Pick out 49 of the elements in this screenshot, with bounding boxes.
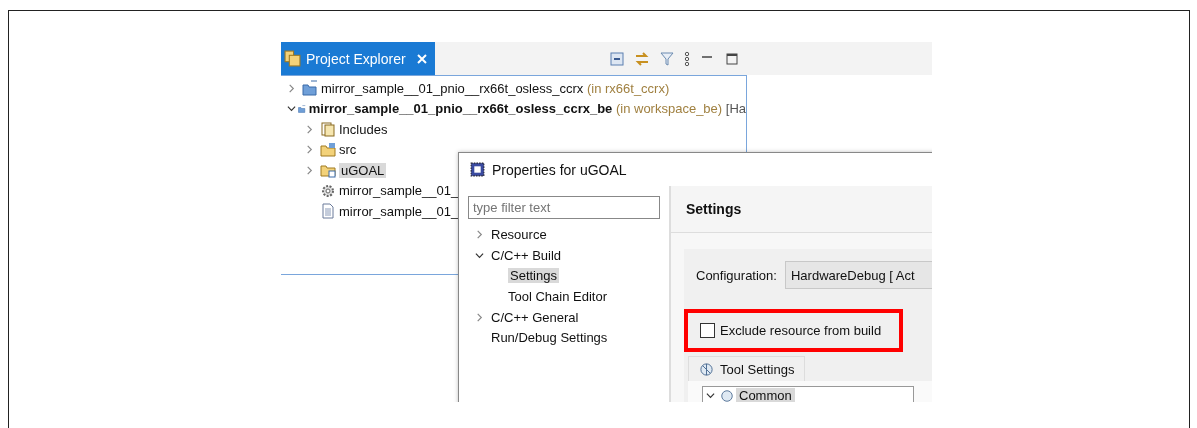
nav-item[interactable]: Run/Debug Settings xyxy=(491,330,608,346)
expanded-chevron-icon[interactable] xyxy=(475,250,484,260)
project-name[interactable]: mirror_sample__01_pnio__rx66t_osless_ccrx xyxy=(321,80,584,96)
collapsed-chevron-icon[interactable] xyxy=(287,83,296,93)
tool-tree-item[interactable]: Common xyxy=(736,388,795,402)
nav-item[interactable]: C/C++ Build xyxy=(491,247,562,263)
tree-item[interactable]: Includes xyxy=(339,121,388,137)
close-icon[interactable] xyxy=(416,53,427,64)
folders-icon xyxy=(284,50,301,67)
nav-item[interactable]: Resource xyxy=(491,226,547,242)
collapse-all-icon[interactable] xyxy=(609,50,625,67)
project-note: [Ha xyxy=(724,101,746,117)
collapsed-chevron-icon[interactable] xyxy=(305,145,314,155)
dialog-title: Properties for uGOAL xyxy=(492,161,627,178)
stacked-pages-icon xyxy=(320,121,336,138)
tool-icon xyxy=(699,361,714,377)
menu-icon[interactable] xyxy=(684,50,690,67)
configuration-dropdown[interactable]: HardwareDebug [ Act xyxy=(784,261,932,289)
tree-item[interactable]: uGOAL xyxy=(339,162,387,178)
configuration-label: Configuration: xyxy=(696,267,777,283)
filter-icon[interactable] xyxy=(659,50,675,67)
link-arrows-icon[interactable] xyxy=(634,50,650,67)
collapsed-chevron-icon[interactable] xyxy=(475,312,484,322)
filter-field[interactable]: type filter text xyxy=(468,196,660,219)
tree-item[interactable]: mirror_sample__01_ xyxy=(339,183,459,199)
expanded-chevron-icon[interactable] xyxy=(287,104,296,114)
nav-item[interactable]: Settings xyxy=(508,268,559,284)
tree-item[interactable]: mirror_sample__01_ xyxy=(339,203,459,219)
expanded-chevron-icon[interactable] xyxy=(706,391,715,400)
maximize-icon[interactable] xyxy=(724,50,740,67)
tool-settings-tab[interactable]: Tool Settings xyxy=(688,356,806,381)
project-folder-icon xyxy=(302,80,318,97)
page-heading: Settings xyxy=(686,201,742,217)
folder-icon xyxy=(320,162,336,179)
collapsed-chevron-icon[interactable] xyxy=(475,229,484,239)
folder-icon xyxy=(320,141,336,158)
document-icon xyxy=(320,203,336,220)
nav-item[interactable]: C/C++ General xyxy=(491,309,579,325)
gear-icon xyxy=(320,182,336,199)
chip-icon xyxy=(469,161,486,178)
project-location: (in workspace_be) xyxy=(614,101,723,117)
collapsed-chevron-icon[interactable] xyxy=(305,124,314,134)
collapsed-chevron-icon[interactable] xyxy=(305,165,314,175)
project-location: (in rx66t_ccrx) xyxy=(585,80,670,96)
project-name[interactable]: mirror_sample__01_pnio__rx66t_osless_ccrx_be xyxy=(308,101,613,117)
nav-item[interactable]: Tool Chain Editor xyxy=(508,288,607,304)
tree-item[interactable]: src xyxy=(339,142,357,158)
tool-icon xyxy=(720,388,734,402)
project-explorer-tab[interactable]: Project Explorer xyxy=(281,42,435,75)
